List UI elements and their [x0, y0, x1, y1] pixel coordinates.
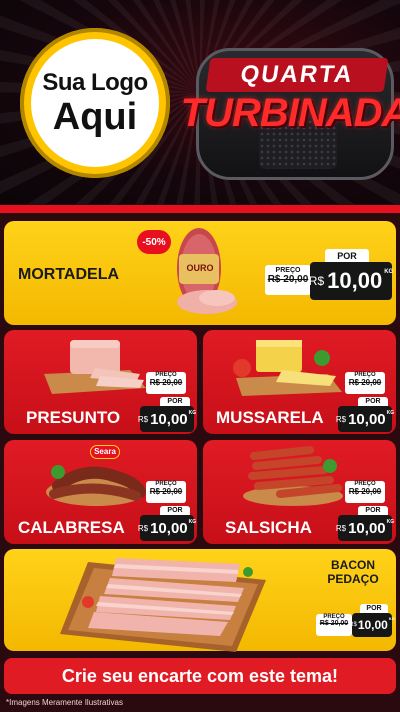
product-name-mortadela: MORTADELA [18, 266, 120, 283]
disclaimer-text: *Imagens Meramente Ilustrativas [6, 698, 123, 707]
new-price-value: 10,00 [150, 519, 188, 537]
product-name-bacon: BACON PEDAÇO [318, 558, 388, 586]
calabresa-image [46, 465, 146, 506]
new-price-value: 10,00 [150, 410, 188, 428]
new-price-value: 10,00 [348, 410, 386, 428]
preco-label: PREÇO [275, 267, 301, 274]
old-price: R$ 20,00 [319, 620, 349, 627]
unit-label: KG [386, 519, 395, 525]
brand-badge-seara: Seara [90, 445, 120, 459]
new-price-box-presunto: R$ 10,00 KG [137, 406, 197, 432]
logo-text-line2: Aqui [52, 96, 138, 138]
old-price: R$ 20,00 [149, 487, 183, 496]
currency-symbol: R$ [335, 523, 347, 533]
currency-symbol: R$ [335, 414, 347, 424]
unit-label: KG [384, 269, 394, 275]
mortadela-brand-label: OURO [186, 263, 214, 273]
currency-symbol: R$ [349, 622, 357, 628]
old-price: R$ 20,00 [149, 378, 183, 387]
old-price-box-calabresa: PREÇO R$ 20,00 [146, 481, 186, 503]
cta-text: Crie seu encarte com este tema! [61, 665, 339, 686]
logo-placeholder: Sua Logo Aqui [20, 28, 170, 178]
new-price-value: 10,00 [357, 618, 388, 632]
currency-symbol: R$ [137, 414, 149, 424]
product-name-mussarela: MUSSARELA [216, 408, 324, 427]
old-price: R$ 20,00 [267, 274, 309, 285]
mussarela-image [233, 340, 342, 396]
product-name-bacon-line2: PEDAÇO [327, 572, 379, 586]
header-divider [0, 205, 400, 213]
logo-inner: Sua Logo Aqui [31, 39, 159, 167]
product-name-salsicha: SALSICHA [225, 518, 312, 537]
product-name-bacon-line1: BACON [331, 558, 375, 572]
new-price-box-bacon: R$ 10,00 KG [349, 613, 395, 637]
salsicha-image [243, 446, 343, 506]
unit-label: KG [388, 616, 395, 621]
badge-day-label: QUARTA [205, 58, 389, 92]
product-name-presunto: PRESUNTO [26, 408, 121, 427]
old-price-box-bacon: PREÇO R$ 20,00 [316, 614, 352, 636]
header-banner: Sua Logo Aqui QUARTA TURBINADA [0, 0, 400, 205]
unit-label: KG [188, 519, 197, 525]
mortadela-image [177, 228, 237, 314]
old-price: R$ 20,00 [348, 487, 382, 496]
old-price-box-presunto: PREÇO R$ 20,00 [146, 372, 186, 394]
currency-symbol: R$ [137, 523, 149, 533]
unit-label: KG [188, 410, 197, 416]
product-name-calabresa: CALABRESA [18, 518, 125, 537]
unit-label: KG [386, 410, 395, 416]
bacon-image [60, 558, 266, 652]
old-price: R$ 20,00 [348, 378, 382, 387]
new-price-value: 10,00 [348, 519, 386, 537]
currency-symbol: R$ [308, 274, 325, 288]
cta-banner[interactable]: Crie seu encarte com este tema! [4, 658, 396, 694]
new-price-box-salsicha: R$ 10,00 KG [335, 515, 395, 541]
badge-main-title: TURBINADA [180, 90, 400, 135]
presunto-image [44, 340, 146, 394]
old-price-box-salsicha: PREÇO R$ 20,00 [345, 481, 385, 503]
new-price-box-calabresa: R$ 10,00 KG [137, 515, 197, 541]
new-price-value: 10,00 [327, 268, 383, 293]
old-price-box-mortadela: PREÇO R$ 20,00 [265, 265, 311, 295]
new-price-box-mortadela: R$ 10,00 KG [308, 262, 394, 300]
new-price-box-mussarela: R$ 10,00 KG [335, 406, 395, 432]
brand-label: Seara [94, 447, 116, 456]
por-label-mortadela: POR [325, 249, 369, 263]
old-price-box-mussarela: PREÇO R$ 20,00 [345, 372, 385, 394]
logo-text-line1: Sua Logo [42, 69, 148, 96]
